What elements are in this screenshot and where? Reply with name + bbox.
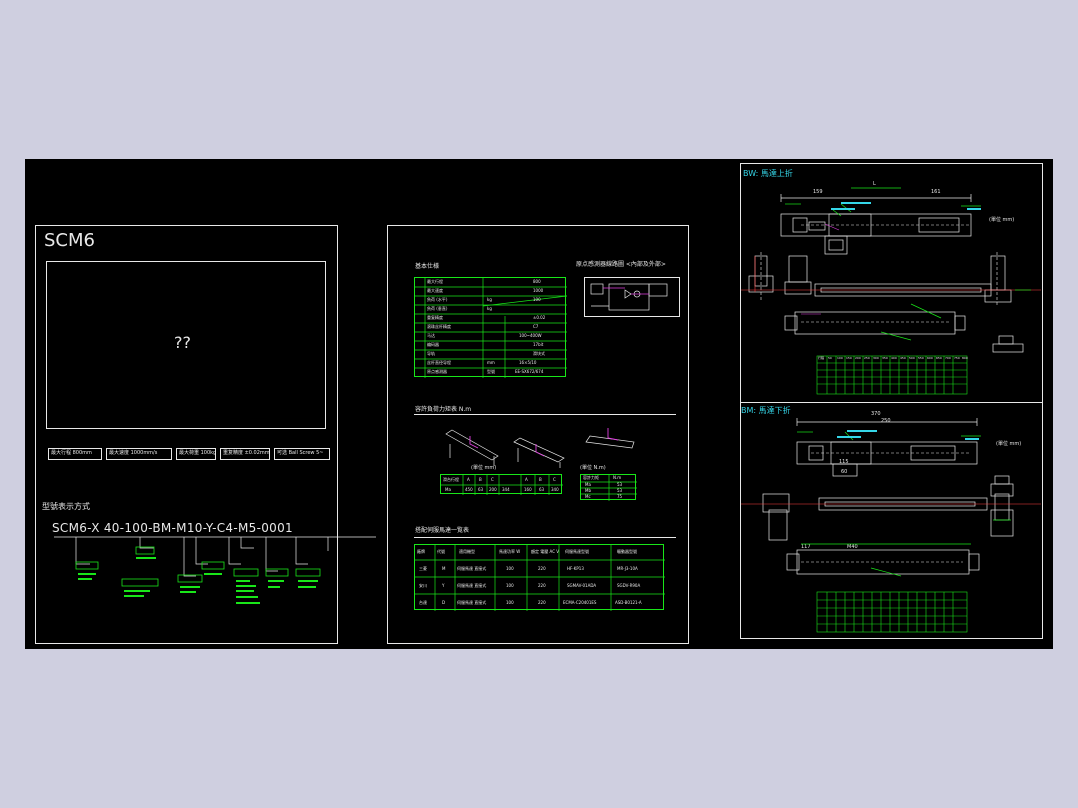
- model-code-callouts: [54, 536, 376, 604]
- panel-specifications: 基本仕様 最大行程 800 最大速度 1000 負荷 (水平) kg 100 負荷 (垂…: [387, 225, 689, 644]
- actuator-drawings: [741, 187, 1041, 633]
- moment-table-dimensions: 滑台行程 A B C A B C Ma 450 63 200 344 160 6…: [440, 474, 563, 495]
- moment-table-values: 容許力矩 N.m Ma 53 Mb 53 Mc 75: [580, 474, 637, 501]
- panel-dimension-drawings: BW: 馬達上折 BM: 馬達下折 159 L 161 (單位 mm) 370 …: [740, 163, 1043, 639]
- moment-load-diagrams: [445, 428, 635, 468]
- cad-drawing-canvas: SCM6 ?? 最大行程 800mm 最大速度 1000mm/s 最大荷重 10…: [25, 159, 1053, 649]
- panel-product-overview: SCM6 ?? 最大行程 800mm 最大速度 1000mm/s 最大荷重 10…: [35, 225, 376, 644]
- motor-divider: [414, 537, 676, 538]
- bw-table-header: 行程 50 100 150 200 250 300 350 400 450 50…: [818, 356, 968, 360]
- motor-table-title: 搭配伺服馬達一覧表: [415, 527, 470, 534]
- motor-table: 廠牌 代號 適用機型 馬達功率 W 額定 電壓 AC V 伺服馬達型號 驅動器型…: [414, 544, 665, 611]
